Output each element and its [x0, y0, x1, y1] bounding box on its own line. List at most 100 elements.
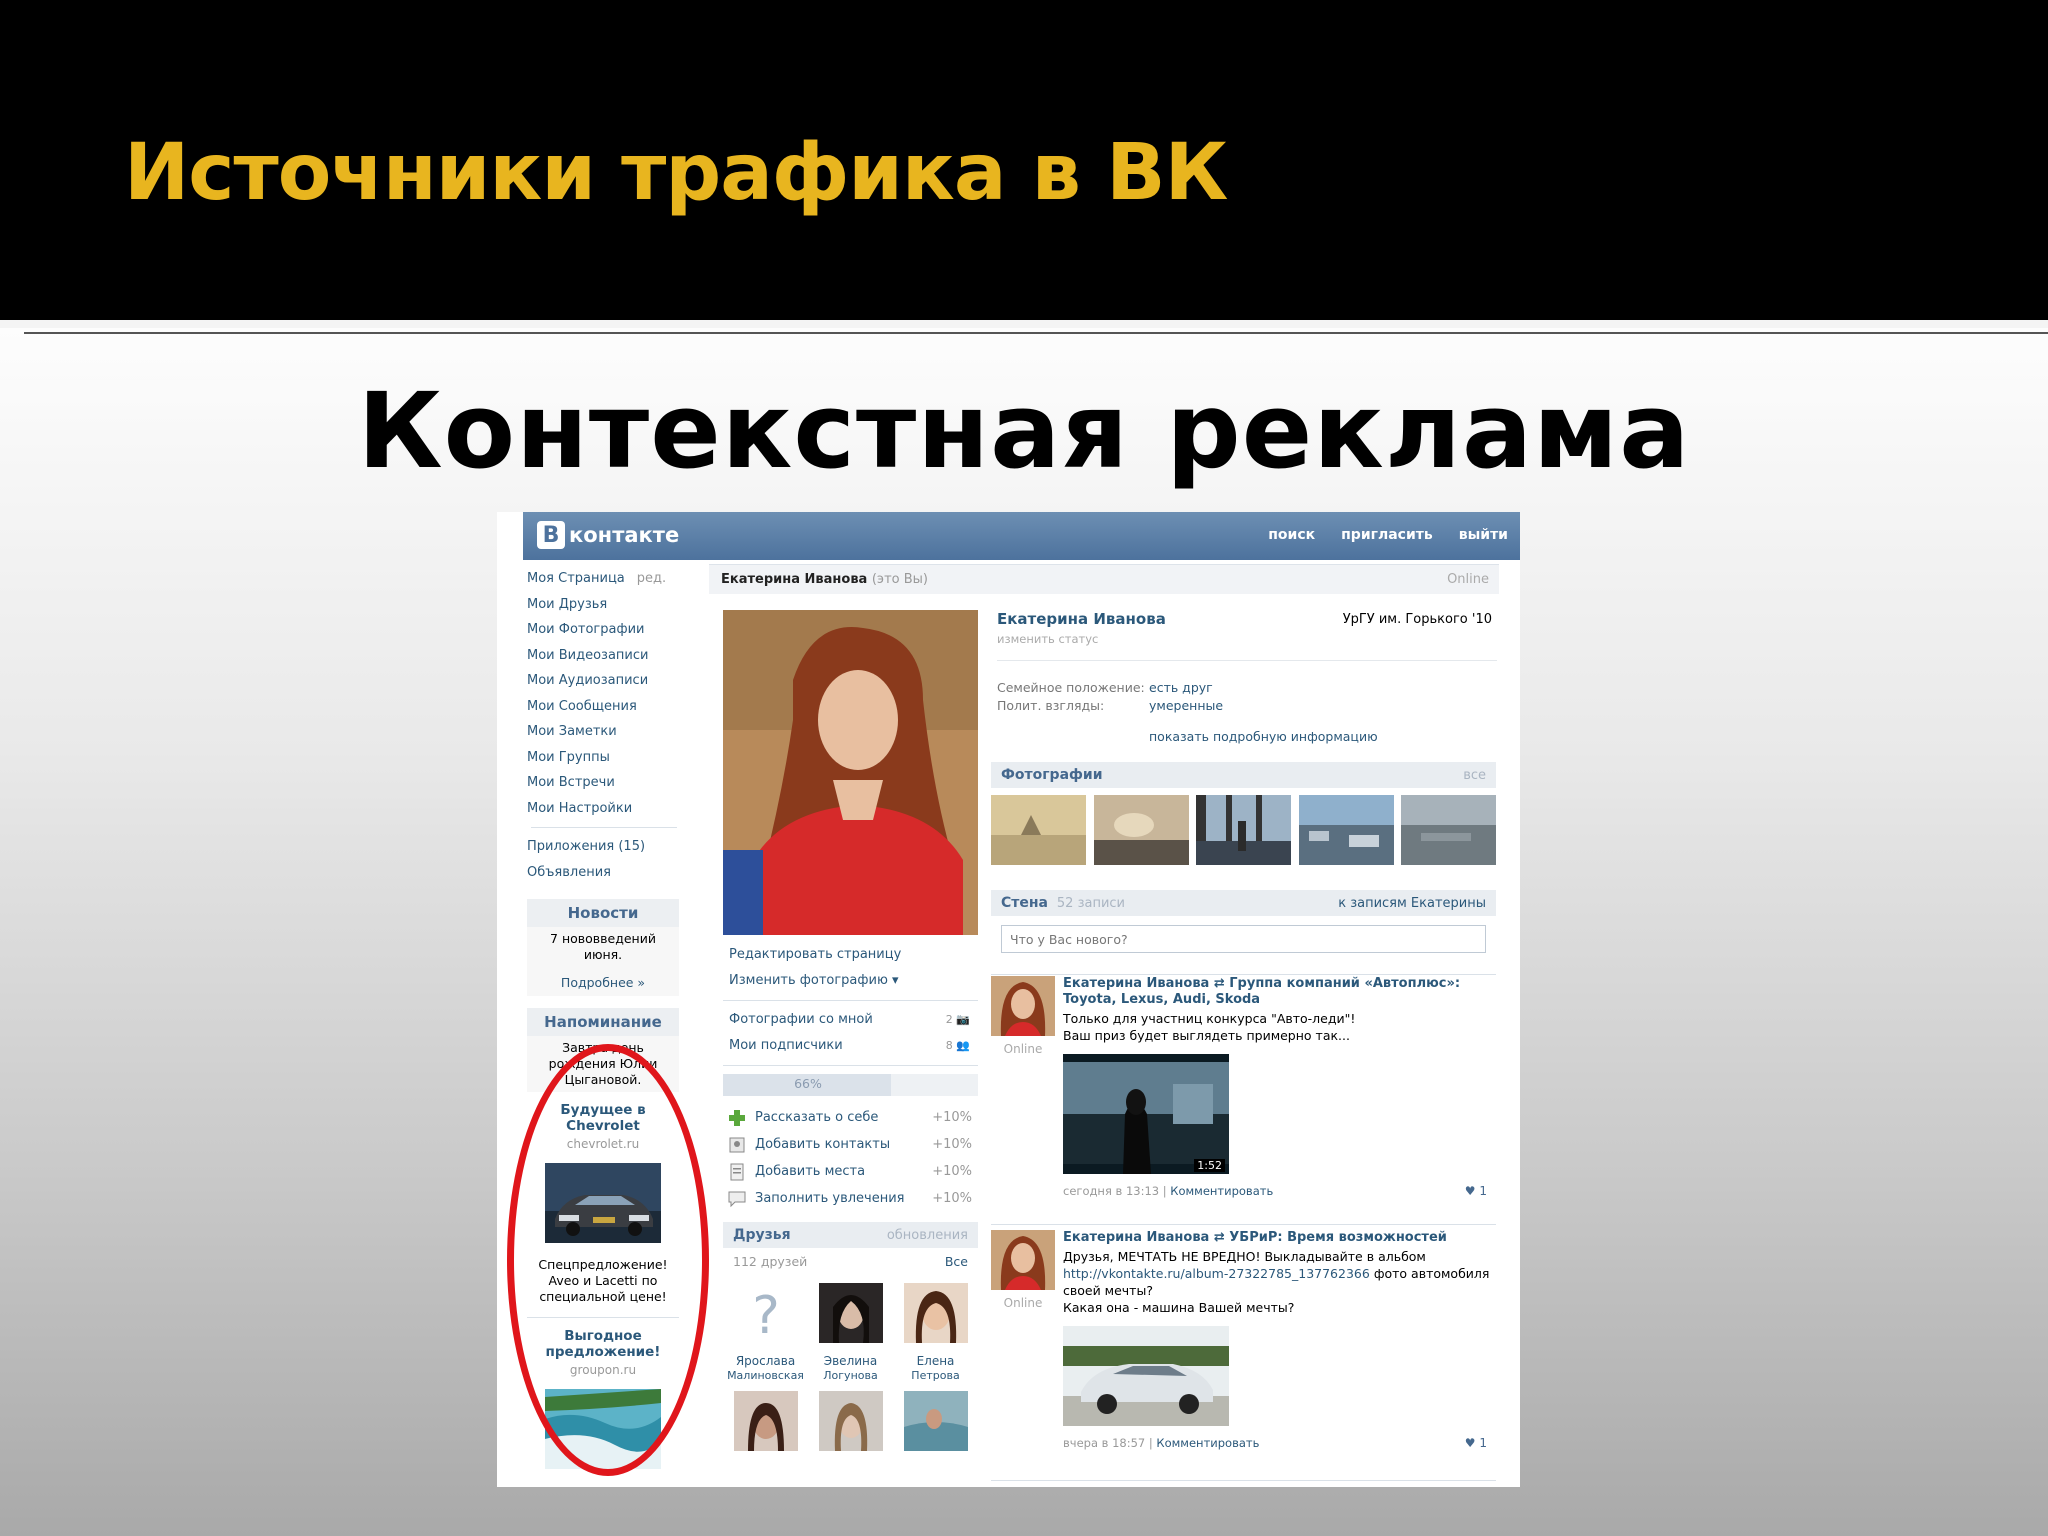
news-text: 7 нововведений июня. — [550, 931, 656, 962]
divider — [991, 1480, 1496, 1481]
photo-thumbnail[interactable] — [991, 795, 1086, 865]
subscribers-row[interactable]: Мои подписчики 8 👥 — [723, 1033, 978, 1059]
ad-title[interactable]: Выгодное предложение! — [527, 1328, 679, 1360]
profile-header-name-text: Екатерина Иванова — [721, 572, 868, 587]
menu-applications[interactable]: Приложения (15) — [527, 834, 677, 860]
post-time[interactable]: вчера в 18:57 — [1063, 1436, 1145, 1450]
ad-chevrolet[interactable]: Будущее в Chevrolet chevrolet.ru Спецпре… — [527, 1092, 679, 1318]
divider — [997, 660, 1497, 661]
reminder-text[interactable]: Завтра день рождения Юлии Цыгановой. — [527, 1036, 679, 1092]
profile-info: Екатерина Иванова изменить статус УрГУ и… — [997, 610, 1497, 744]
menu-my-audio[interactable]: Мои Аудиозаписи — [527, 668, 677, 694]
vk-logo-text: контакте — [569, 523, 680, 547]
nav-invite-link[interactable]: пригласить — [1341, 527, 1433, 543]
edit-page-link[interactable]: Редактировать страницу — [723, 942, 978, 968]
task-label: Рассказать о себе — [755, 1110, 879, 1125]
wall-title[interactable]: Стена 52 записи — [1001, 895, 1125, 911]
menu-ads[interactable]: Объявления — [527, 860, 677, 886]
photos-header: Фотографии все — [991, 762, 1496, 788]
menu-edit-link[interactable]: ред. — [637, 571, 666, 586]
photo-thumbnail[interactable] — [1196, 795, 1291, 865]
menu-my-notes[interactable]: Мои Заметки — [527, 719, 677, 745]
friend-last-name: Петрова — [911, 1369, 960, 1382]
wall-records-link[interactable]: к записям Екатерины — [1338, 896, 1486, 911]
friend-item[interactable]: Эвелина Логунова — [808, 1283, 893, 1383]
profile-completion-bar: 66% — [723, 1074, 978, 1096]
like-button[interactable]: ♥ 1 — [1465, 1436, 1487, 1450]
friend-item[interactable] — [893, 1391, 978, 1455]
photos-all-link[interactable]: все — [1463, 768, 1486, 783]
avatar[interactable] — [991, 1230, 1055, 1290]
menu-my-videos[interactable]: Мои Видеозаписи — [527, 643, 677, 669]
task-contacts[interactable]: Добавить контакты +10% — [723, 1131, 978, 1158]
menu-my-photos[interactable]: Мои Фотографии — [527, 617, 677, 643]
nav-search-link[interactable]: поиск — [1268, 527, 1315, 543]
comment-link[interactable]: Комментировать — [1170, 1184, 1273, 1198]
news-more-link[interactable]: Подробнее » — [527, 967, 679, 996]
friends-all-link[interactable]: Все — [945, 1254, 968, 1269]
ad-car-image[interactable] — [545, 1163, 661, 1243]
menu-my-events[interactable]: Мои Встречи — [527, 770, 677, 796]
wall-post-input[interactable]: Что у Вас нового? — [1001, 925, 1486, 953]
friends-updates-link[interactable]: обновления — [887, 1228, 968, 1243]
photos-title[interactable]: Фотографии — [1001, 767, 1103, 783]
reminder-title: Напоминание — [527, 1008, 679, 1036]
avatar-placeholder-icon: ? — [733, 1283, 798, 1346]
post-video[interactable]: 1:52 — [1063, 1054, 1229, 1174]
profile-header: Екатерина Иванова (это Вы) Online — [709, 564, 1499, 594]
friend-item[interactable] — [723, 1391, 808, 1455]
photos-with-me-row[interactable]: Фотографии со мной 2 📷 — [723, 1007, 978, 1033]
post-author[interactable]: Екатерина Иванова ⇄ Группа компаний «Авт… — [1063, 976, 1493, 1008]
ad-resort-image[interactable] — [545, 1389, 661, 1469]
menu-my-settings[interactable]: Мои Настройки — [527, 796, 677, 822]
comment-link[interactable]: Комментировать — [1156, 1436, 1259, 1450]
photo-thumbnail[interactable] — [1093, 795, 1189, 865]
album-link[interactable]: http://vkontakte.ru/album-27322785_13776… — [1063, 1266, 1370, 1281]
nav-logout-link[interactable]: выйти — [1459, 527, 1508, 543]
profile-university[interactable]: УрГУ им. Горького '10 — [1343, 612, 1492, 627]
like-button[interactable]: ♥ 1 — [1465, 1184, 1487, 1198]
photo-thumbnail[interactable] — [1401, 795, 1496, 865]
vk-logo[interactable]: В контакте — [537, 521, 679, 549]
task-interests[interactable]: Заполнить увлечения +10% — [723, 1185, 978, 1212]
friend-first-name: Елена — [916, 1354, 955, 1368]
menu-my-friends[interactable]: Мои Друзья — [527, 592, 677, 618]
friends-title[interactable]: Друзья — [733, 1227, 791, 1243]
profile-photo[interactable] — [723, 610, 978, 935]
menu-my-page-label: Моя Страница — [527, 571, 625, 586]
friend-last-name: Логунова — [823, 1369, 878, 1382]
show-more-info-link[interactable]: показать подробную информацию — [1149, 729, 1497, 744]
wall-count: 52 записи — [1056, 896, 1125, 911]
post-author[interactable]: Екатерина Иванова ⇄ УБРиР: Время возможн… — [1063, 1230, 1493, 1246]
menu-my-messages[interactable]: Мои Сообщения — [527, 694, 677, 720]
post-text-line: Друзья, МЕЧТАТЬ НЕ ВРЕДНО! Выкладывайте … — [1063, 1249, 1426, 1264]
info-value[interactable]: есть друг — [1149, 679, 1213, 697]
info-row: Семейное положение: есть друг — [997, 679, 1497, 697]
task-about[interactable]: Рассказать о себе +10% — [723, 1104, 978, 1131]
post-body: Екатерина Иванова ⇄ Группа компаний «Авт… — [1063, 976, 1493, 1198]
info-value[interactable]: умеренные — [1149, 697, 1223, 715]
like-count: 1 — [1479, 1184, 1487, 1198]
ad-title[interactable]: Будущее в Chevrolet — [527, 1102, 679, 1134]
friends-count: 112 друзей — [733, 1254, 808, 1269]
slide-divider — [0, 320, 2048, 328]
post-photo[interactable] — [1063, 1326, 1229, 1426]
friend-last-name: Малиновская — [727, 1369, 804, 1382]
change-photo-link[interactable]: Изменить фотографию ▾ — [723, 968, 978, 994]
document-icon — [730, 1163, 744, 1180]
post-time[interactable]: сегодня в 13:13 — [1063, 1184, 1159, 1198]
avatar[interactable] — [991, 976, 1055, 1036]
task-places[interactable]: Добавить места +10% — [723, 1158, 978, 1185]
friend-item[interactable]: Елена Петрова — [893, 1283, 978, 1383]
photo-thumbnail[interactable] — [1298, 795, 1394, 865]
photos-with-me-label: Фотографии со мной — [729, 1012, 873, 1027]
change-status-link[interactable]: изменить статус — [997, 632, 1497, 646]
task-percent: +10% — [932, 1137, 972, 1152]
menu-my-page[interactable]: Моя Страница ред. — [527, 566, 677, 592]
friend-item[interactable]: ? Ярослава Малиновская — [723, 1283, 808, 1383]
ad-groupon[interactable]: Выгодное предложение! groupon.ru — [527, 1318, 679, 1473]
friend-item[interactable] — [808, 1391, 893, 1455]
post-text-line: Ваш приз будет выглядеть примерно так... — [1063, 1028, 1350, 1043]
menu-my-groups[interactable]: Мои Группы — [527, 745, 677, 771]
task-label: Добавить контакты — [755, 1137, 891, 1152]
